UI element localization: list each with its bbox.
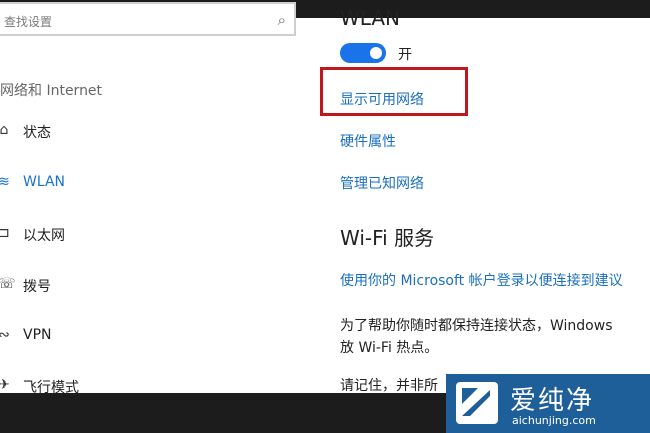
sidebar-item-dialup[interactable]: ☏ 拨号 (0, 274, 280, 298)
home-icon: ⌂ (0, 122, 9, 138)
aichunjing-logo-icon (456, 382, 498, 424)
sidebar-item-status[interactable]: ⌂ 状态 (0, 120, 280, 144)
microsoft-signin-link[interactable]: 使用你的 Microsoft 帐户登录以便连接到建议 (340, 270, 623, 290)
sidebar-item-label: 状态 (23, 125, 51, 141)
sidebar-item-label: 飞行模式 (23, 380, 79, 393)
sidebar-item-ethernet[interactable]: ⊐ 以太网 (0, 223, 280, 247)
watermark-cn-text: 爱纯净 (510, 386, 595, 416)
sidebar-item-airplane[interactable]: ✈ 飞行模式 (0, 375, 280, 393)
sidebar-section-title: 网络和 Internet (0, 83, 103, 99)
manage-known-networks-link[interactable]: 管理已知网络 (340, 173, 424, 193)
watermark: 爱纯净 aichunjing.com (446, 374, 650, 433)
watermark-en-text: aichunjing.com (512, 414, 596, 427)
wifi-services-note: 请记住，并非所 (340, 378, 438, 393)
phone-icon: ☏ (0, 276, 16, 292)
settings-window: 查找设置 ⌕ 网络和 Internet ⌂ 状态 ≋ WLAN ⊐ 以太网 ☏ … (0, 0, 650, 393)
wifi-services-text-line1: 为了帮助你随时都保持连接状态，Windows (340, 318, 613, 334)
vpn-icon: ∾ (0, 327, 10, 343)
page-title: WLAN (340, 6, 401, 30)
sidebar-item-wlan[interactable]: ≋ WLAN (0, 172, 280, 196)
sidebar-item-label: 以太网 (23, 228, 65, 244)
search-icon[interactable]: ⌕ (278, 11, 286, 29)
hardware-properties-link[interactable]: 硬件属性 (340, 131, 396, 151)
wlan-toggle[interactable] (340, 43, 386, 63)
wifi-services-text-line2: 放 Wi-Fi 热点。 (340, 340, 439, 356)
search-placeholder: 查找设置 (4, 15, 53, 29)
toggle-knob (370, 47, 382, 59)
ethernet-icon: ⊐ (0, 225, 10, 241)
wifi-services-heading: Wi-Fi 服务 (340, 226, 435, 250)
sidebar-item-label: VPN (23, 327, 52, 343)
toggle-label: 开 (398, 47, 412, 63)
airplane-icon: ✈ (0, 377, 10, 393)
search-box[interactable]: 查找设置 ⌕ (0, 2, 296, 36)
sidebar-item-label: WLAN (23, 174, 66, 190)
sidebar-item-vpn[interactable]: ∾ VPN (0, 325, 280, 349)
sidebar-item-label: 拨号 (23, 279, 51, 295)
show-available-networks-link[interactable]: 显示可用网络 (340, 89, 424, 109)
wifi-icon: ≋ (0, 174, 10, 190)
